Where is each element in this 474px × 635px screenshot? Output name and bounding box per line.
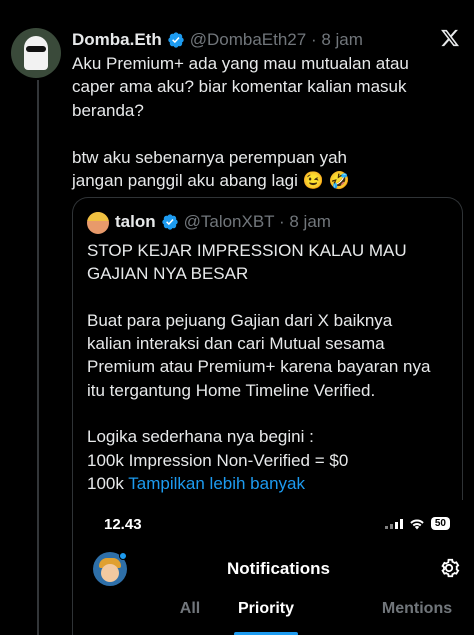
tweet-text: Aku Premium+ ada yang mau mutualan atau … xyxy=(72,54,409,191)
quote-author-name[interactable]: talon xyxy=(115,212,156,232)
author-name[interactable]: Domba.Eth xyxy=(72,30,162,50)
avatar-hair xyxy=(87,212,109,221)
quoted-tweet[interactable]: talon @TalonXBT · 8 jam STOP KEJAR IMPRE… xyxy=(72,197,464,635)
sunglasses xyxy=(26,46,46,52)
author-avatar[interactable] xyxy=(11,28,61,78)
verified-badge-icon xyxy=(161,214,178,230)
tab-mentions[interactable]: Mentions xyxy=(372,600,462,618)
thread-line xyxy=(37,80,39,635)
status-bar-time: 12.43 xyxy=(104,516,142,533)
notification-tabs: All Priority Mentions xyxy=(93,600,464,635)
x-logo-icon[interactable] xyxy=(440,28,460,48)
signal-icon xyxy=(384,518,403,529)
tab-priority[interactable]: Priority xyxy=(226,600,306,618)
author-handle-time[interactable]: @DombaEth27 · 8 jam xyxy=(190,30,363,50)
quote-author-handle-time[interactable]: @TalonXBT · 8 jam xyxy=(184,212,331,232)
notifications-title: Notifications xyxy=(227,559,330,578)
gear-icon[interactable] xyxy=(438,557,460,579)
verified-badge-icon xyxy=(168,32,184,48)
ghost-figure xyxy=(24,36,48,70)
battery-icon: 50 xyxy=(430,517,450,530)
tab-all[interactable]: All xyxy=(169,600,211,618)
status-bar-icons: 50 xyxy=(384,517,450,530)
quote-author-avatar[interactable] xyxy=(87,212,109,234)
wifi-icon xyxy=(410,519,424,529)
quote-body: STOP KEJAR IMPRESSION KALAU MAU GAJIAN N… xyxy=(87,241,431,493)
show-more-link[interactable]: Tampilkan lebih banyak xyxy=(128,474,305,493)
tweet-header: Domba.Eth @DombaEth27 · 8 jam xyxy=(72,30,363,50)
quote-header: talon @TalonXBT · 8 jam xyxy=(115,212,331,232)
attached-screenshot[interactable]: 12.43 50 Notifications All Priority Ment… xyxy=(93,500,464,635)
quote-text: STOP KEJAR IMPRESSION KALAU MAU GAJIAN N… xyxy=(87,239,457,495)
